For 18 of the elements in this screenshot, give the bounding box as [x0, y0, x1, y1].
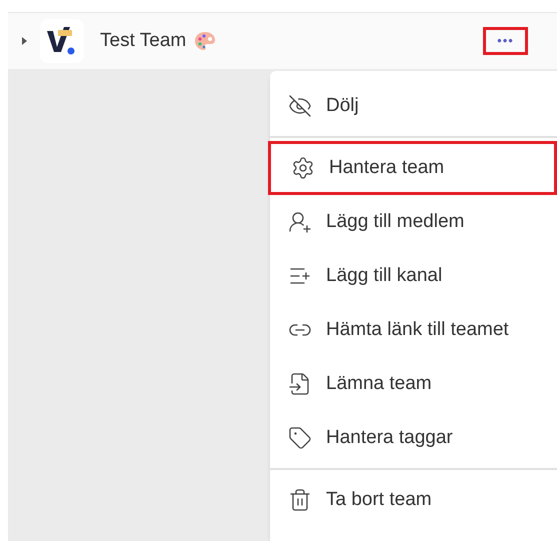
menu-item[interactable]: Lämna team — [268, 357, 557, 411]
caret-right-icon[interactable] — [20, 37, 28, 45]
menu-item[interactable]: Dölj — [268, 79, 557, 133]
menu-item[interactable]: Lägg till medlem — [268, 195, 557, 249]
tag-icon — [288, 426, 312, 450]
team-name: Test Team — [100, 28, 186, 53]
eye-off-icon — [288, 94, 312, 118]
more-options-button[interactable]: ••• — [483, 27, 528, 55]
trash-icon — [288, 488, 312, 512]
menu-item[interactable]: Ta bort team — [268, 473, 557, 527]
palette-icon — [194, 31, 216, 51]
settings-icon — [291, 156, 315, 180]
team-row[interactable]: Test Team ••• — [8, 12, 557, 69]
user-plus-icon — [288, 210, 312, 234]
menu-item[interactable]: Hantera team — [268, 141, 557, 195]
menu-item[interactable]: Hantera taggar — [268, 411, 557, 465]
menu-item[interactable]: Lägg till kanal — [268, 249, 557, 303]
menu-item[interactable]: Hämta länk till teamet — [268, 303, 557, 357]
